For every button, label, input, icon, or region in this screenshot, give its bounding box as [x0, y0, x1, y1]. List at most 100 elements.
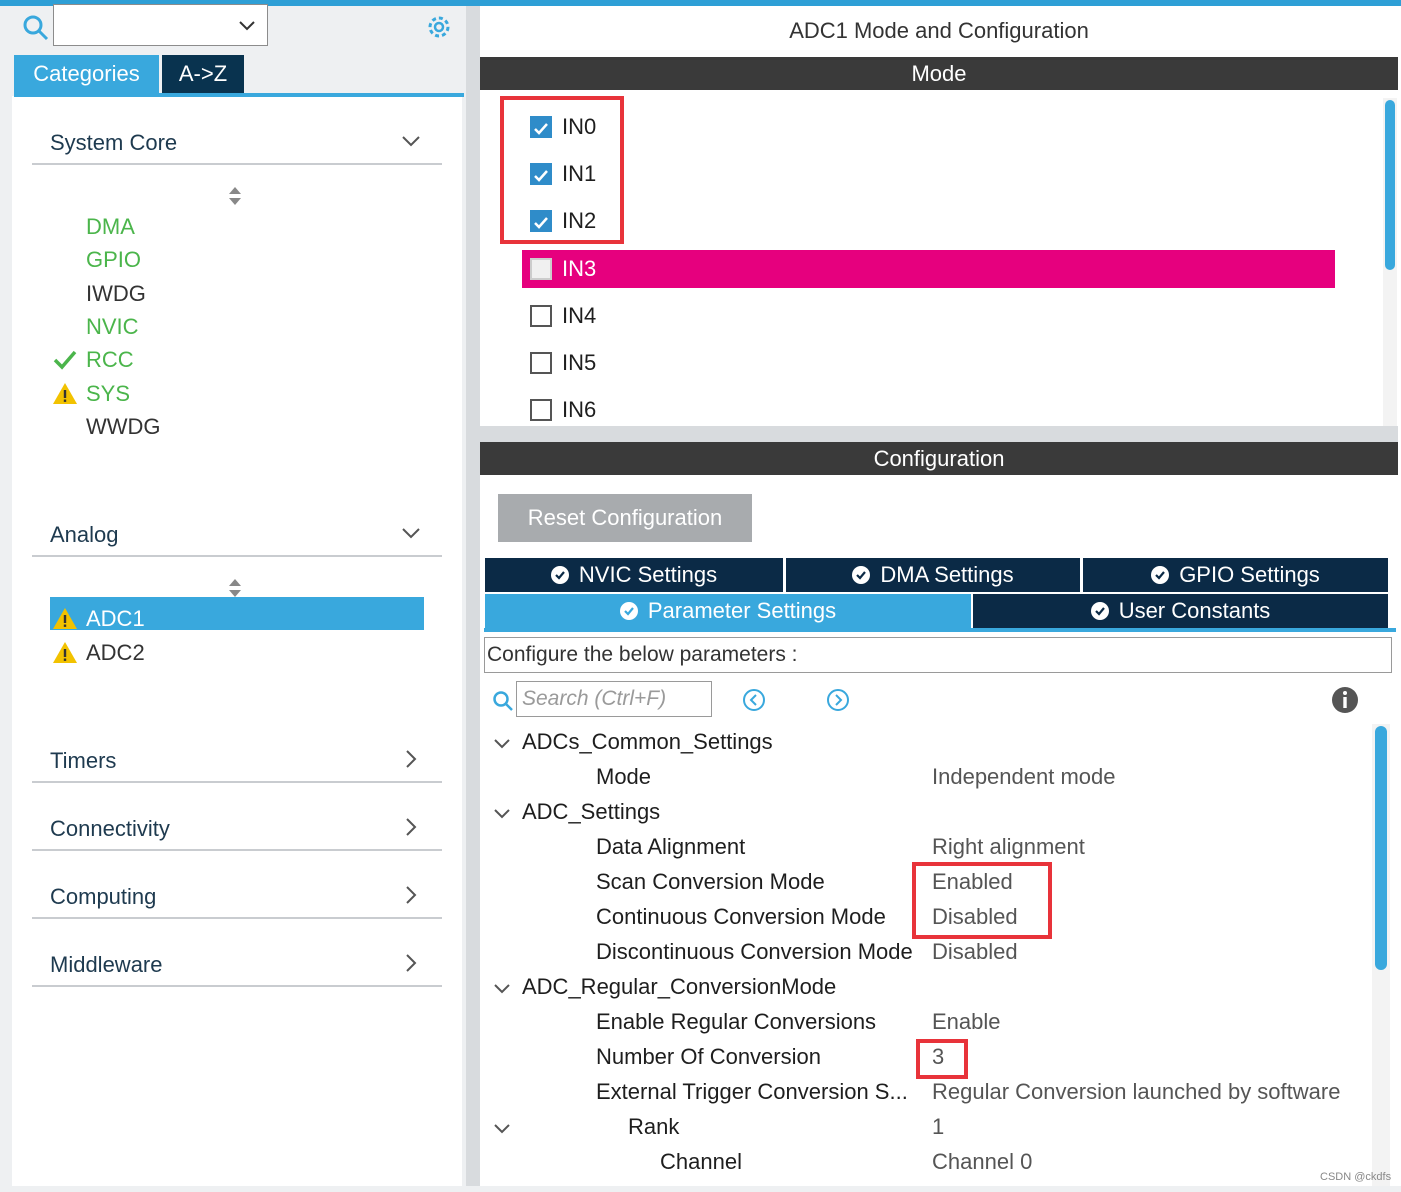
sidebar-item-iwdg[interactable]: IWDG: [86, 281, 146, 307]
tab-label: DMA Settings: [880, 562, 1014, 587]
chevron-right-icon[interactable]: [400, 952, 422, 974]
warning-icon: [53, 383, 77, 404]
chevron-down-icon[interactable]: [400, 522, 422, 544]
category-computing[interactable]: Computing: [50, 884, 156, 910]
tab-gpio-settings[interactable]: GPIO Settings: [1083, 558, 1388, 592]
sidebar-item-adc2[interactable]: ADC2: [86, 640, 145, 666]
gear-icon[interactable]: [424, 12, 454, 42]
check-circle-icon: [550, 566, 569, 584]
chevron-right-icon[interactable]: [400, 748, 422, 770]
category-system-core[interactable]: System Core: [50, 130, 177, 156]
reset-configuration-button[interactable]: Reset Configuration: [498, 494, 752, 542]
chevron-right-icon[interactable]: [400, 884, 422, 906]
category-connectivity[interactable]: Connectivity: [50, 816, 170, 842]
checkbox[interactable]: [530, 399, 552, 421]
sidebar-item-rcc[interactable]: RCC: [86, 347, 134, 373]
tab-dma-settings[interactable]: DMA Settings: [786, 558, 1080, 592]
param-value[interactable]: Regular Conversion launched by software: [932, 1079, 1340, 1105]
chevron-down-icon[interactable]: [492, 733, 512, 753]
sidebar-item-gpio[interactable]: GPIO: [86, 247, 141, 273]
group-adc-settings[interactable]: ADC_Settings: [522, 799, 660, 825]
checkbox[interactable]: [530, 305, 552, 327]
tab-nvic-settings[interactable]: NVIC Settings: [485, 558, 783, 592]
channel-label: IN3: [562, 256, 597, 281]
param-label: Number Of Conversion: [596, 1044, 821, 1069]
param-value[interactable]: Channel 0: [932, 1149, 1032, 1175]
param-label: Enable Regular Conversions: [596, 1009, 877, 1034]
channel-label: IN5: [562, 350, 597, 375]
panel-splitter[interactable]: [466, 6, 480, 1192]
tab-categories[interactable]: Categories: [14, 55, 159, 93]
panel-splitter-horizontal[interactable]: [480, 426, 1398, 442]
group-adc-regular-conversionmode[interactable]: ADC_Regular_ConversionMode: [522, 974, 836, 1000]
tab-underline: [484, 628, 1396, 632]
param-label: External Trigger Conversion S...: [596, 1079, 908, 1104]
mode-header: Mode: [480, 57, 1398, 90]
previous-icon[interactable]: [742, 688, 766, 712]
annotation-box: [916, 1039, 968, 1079]
highlighted-row: [522, 250, 1335, 288]
param-label: Continuous Conversion Mode: [596, 904, 886, 929]
configuration-header: Configuration: [480, 442, 1398, 475]
group-adcs-common-settings[interactable]: ADCs_Common_Settings: [522, 729, 773, 755]
annotation-box: [912, 862, 1052, 939]
checkbox[interactable]: [530, 258, 552, 280]
check-circle-icon: [852, 566, 871, 584]
tab-a-to-z[interactable]: A->Z: [162, 55, 244, 93]
chevron-down-icon[interactable]: [492, 1118, 512, 1138]
param-label[interactable]: Rank: [628, 1114, 679, 1140]
divider: [32, 163, 442, 165]
chevron-down-icon[interactable]: [492, 803, 512, 823]
check-circle-icon: [619, 602, 638, 620]
tab-label: Parameter Settings: [647, 598, 837, 623]
tab-parameter-settings[interactable]: Parameter Settings: [485, 594, 971, 628]
param-label: Scan Conversion Mode: [596, 869, 825, 894]
parameter-hint: Configure the below parameters :: [484, 637, 1392, 673]
divider: [32, 781, 442, 783]
scrollbar-thumb[interactable]: [1375, 726, 1387, 970]
annotation-box: [500, 96, 624, 244]
search-input[interactable]: Search (Ctrl+F): [516, 681, 712, 717]
divider: [32, 985, 442, 987]
search-combo[interactable]: [53, 4, 268, 46]
divider: [32, 849, 442, 851]
scrollbar-thumb[interactable]: [1385, 100, 1395, 270]
channel-label: IN4: [562, 303, 597, 328]
sidebar-item-adc1[interactable]: ADC1: [86, 606, 145, 632]
warning-icon: [53, 642, 77, 663]
sidebar-item-wwdg[interactable]: WWDG: [86, 414, 161, 440]
param-value[interactable]: Enable: [932, 1009, 1001, 1035]
info-icon[interactable]: [1331, 686, 1359, 714]
sidebar-item-sys[interactable]: SYS: [86, 381, 130, 407]
sort-icon[interactable]: [226, 577, 244, 599]
bottom-border: [0, 1186, 1401, 1192]
tab-label: User Constants: [1118, 598, 1271, 623]
chevron-down-icon[interactable]: [400, 130, 422, 152]
search-icon[interactable]: [492, 690, 514, 712]
search-icon[interactable]: [22, 14, 50, 42]
sort-icon[interactable]: [226, 185, 244, 207]
tab-label: NVIC Settings: [578, 562, 718, 587]
tab-label: GPIO Settings: [1179, 562, 1320, 587]
category-middleware[interactable]: Middleware: [50, 952, 163, 978]
chevron-down-icon[interactable]: [237, 15, 257, 35]
param-label: Data Alignment: [596, 834, 746, 859]
category-analog[interactable]: Analog: [50, 522, 119, 548]
chevron-right-icon[interactable]: [400, 816, 422, 838]
param-value[interactable]: Disabled: [932, 939, 1018, 965]
page-title: ADC1 Mode and Configuration: [789, 18, 1089, 43]
category-timers[interactable]: Timers: [50, 748, 116, 774]
param-value[interactable]: Independent mode: [932, 764, 1116, 790]
check-circle-icon: [1090, 602, 1109, 620]
param-value[interactable]: Right alignment: [932, 834, 1085, 860]
checkbox[interactable]: [530, 352, 552, 374]
sidebar-item-dma[interactable]: DMA: [86, 214, 135, 240]
check-circle-icon: [1151, 566, 1170, 584]
param-value[interactable]: 1: [932, 1114, 944, 1140]
next-icon[interactable]: [826, 688, 850, 712]
tab-user-constants[interactable]: User Constants: [973, 594, 1388, 628]
param-label: Discontinuous Conversion Mode: [596, 939, 913, 964]
chevron-down-icon[interactable]: [492, 978, 512, 998]
check-icon: [53, 350, 77, 370]
sidebar-item-nvic[interactable]: NVIC: [86, 314, 139, 340]
